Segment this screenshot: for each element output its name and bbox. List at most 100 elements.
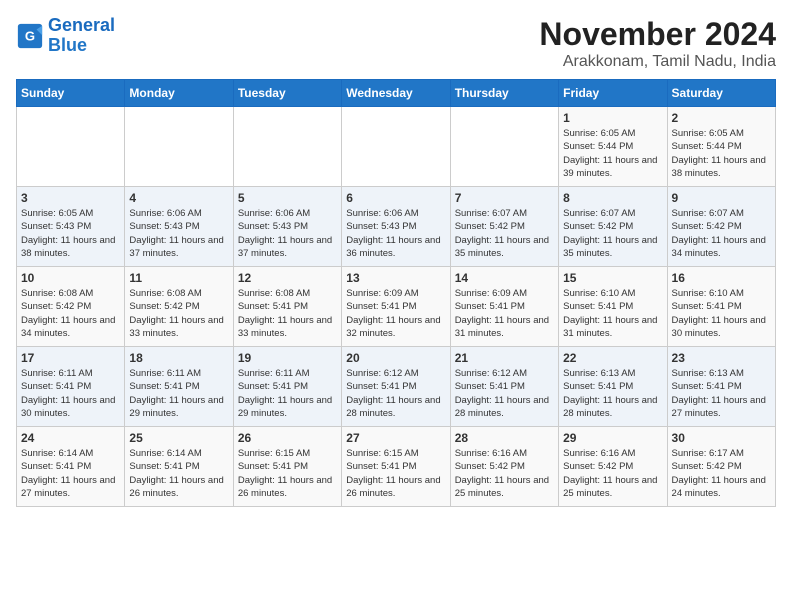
calendar-cell: 30 Sunrise: 6:17 AM Sunset: 5:42 PM Dayli… [667, 427, 775, 507]
day-number: 7 [455, 191, 554, 205]
day-number: 4 [129, 191, 228, 205]
calendar-cell: 15 Sunrise: 6:10 AM Sunset: 5:41 PM Dayli… [559, 267, 667, 347]
day-number: 26 [238, 431, 337, 445]
day-info: Sunrise: 6:08 AM Sunset: 5:41 PM Dayligh… [238, 287, 337, 340]
calendar-cell: 10 Sunrise: 6:08 AM Sunset: 5:42 PM Dayli… [17, 267, 125, 347]
day-info: Sunrise: 6:10 AM Sunset: 5:41 PM Dayligh… [563, 287, 662, 340]
calendar-table: SundayMondayTuesdayWednesdayThursdayFrid… [16, 79, 776, 507]
day-number: 21 [455, 351, 554, 365]
calendar-cell: 21 Sunrise: 6:12 AM Sunset: 5:41 PM Dayli… [450, 347, 558, 427]
calendar-cell: 13Sunrise: 6:09 AM Sunset: 5:41 PM Dayli… [342, 267, 450, 347]
day-number: 28 [455, 431, 554, 445]
day-number: 15 [563, 271, 662, 285]
day-number: 2 [672, 111, 771, 125]
weekday-header: Thursday [450, 80, 558, 107]
logo: G General Blue [16, 16, 115, 56]
weekday-header: Monday [125, 80, 233, 107]
day-info: Sunrise: 6:06 AM Sunset: 5:43 PM Dayligh… [129, 207, 228, 260]
calendar-week-row: 10 Sunrise: 6:08 AM Sunset: 5:42 PM Dayli… [17, 267, 776, 347]
day-info: Sunrise: 6:12 AM Sunset: 5:41 PM Dayligh… [455, 367, 554, 420]
weekday-header: Wednesday [342, 80, 450, 107]
day-info: Sunrise: 6:05 AM Sunset: 5:44 PM Dayligh… [563, 127, 662, 180]
weekday-header: Saturday [667, 80, 775, 107]
calendar-cell: 12Sunrise: 6:08 AM Sunset: 5:41 PM Dayli… [233, 267, 341, 347]
day-number: 3 [21, 191, 120, 205]
calendar-cell: 3 Sunrise: 6:05 AM Sunset: 5:43 PM Daylig… [17, 187, 125, 267]
day-info: Sunrise: 6:07 AM Sunset: 5:42 PM Dayligh… [455, 207, 554, 260]
day-info: Sunrise: 6:09 AM Sunset: 5:41 PM Dayligh… [346, 287, 445, 340]
calendar-cell [342, 107, 450, 187]
weekday-header: Sunday [17, 80, 125, 107]
day-info: Sunrise: 6:09 AM Sunset: 5:41 PM Dayligh… [455, 287, 554, 340]
day-info: Sunrise: 6:15 AM Sunset: 5:41 PM Dayligh… [238, 447, 337, 500]
day-info: Sunrise: 6:15 AM Sunset: 5:41 PM Dayligh… [346, 447, 445, 500]
calendar-cell [125, 107, 233, 187]
day-info: Sunrise: 6:10 AM Sunset: 5:41 PM Dayligh… [672, 287, 771, 340]
calendar-cell: 7 Sunrise: 6:07 AM Sunset: 5:42 PM Daylig… [450, 187, 558, 267]
calendar-week-row: 17 Sunrise: 6:11 AM Sunset: 5:41 PM Dayli… [17, 347, 776, 427]
logo-line2: Blue [48, 35, 87, 55]
day-info: Sunrise: 6:16 AM Sunset: 5:42 PM Dayligh… [455, 447, 554, 500]
calendar-cell: 23Sunrise: 6:13 AM Sunset: 5:41 PM Dayli… [667, 347, 775, 427]
day-info: Sunrise: 6:11 AM Sunset: 5:41 PM Dayligh… [238, 367, 337, 420]
month-title: November 2024 [539, 16, 776, 53]
calendar-cell: 11 Sunrise: 6:08 AM Sunset: 5:42 PM Dayli… [125, 267, 233, 347]
day-number: 9 [672, 191, 771, 205]
day-info: Sunrise: 6:07 AM Sunset: 5:42 PM Dayligh… [563, 207, 662, 260]
weekday-header: Friday [559, 80, 667, 107]
location-title: Arakkonam, Tamil Nadu, India [539, 53, 776, 71]
logo-icon: G [16, 22, 44, 50]
calendar-cell: 22 Sunrise: 6:13 AM Sunset: 5:41 PM Dayli… [559, 347, 667, 427]
day-number: 29 [563, 431, 662, 445]
calendar-cell: 25 Sunrise: 6:14 AM Sunset: 5:41 PM Dayli… [125, 427, 233, 507]
day-number: 20 [346, 351, 445, 365]
day-info: Sunrise: 6:17 AM Sunset: 5:42 PM Dayligh… [672, 447, 771, 500]
day-info: Sunrise: 6:08 AM Sunset: 5:42 PM Dayligh… [21, 287, 120, 340]
day-number: 27 [346, 431, 445, 445]
day-number: 11 [129, 271, 228, 285]
day-info: Sunrise: 6:11 AM Sunset: 5:41 PM Dayligh… [129, 367, 228, 420]
calendar-cell: 16Sunrise: 6:10 AM Sunset: 5:41 PM Dayli… [667, 267, 775, 347]
calendar-cell: 4 Sunrise: 6:06 AM Sunset: 5:43 PM Daylig… [125, 187, 233, 267]
day-info: Sunrise: 6:06 AM Sunset: 5:43 PM Dayligh… [238, 207, 337, 260]
day-number: 30 [672, 431, 771, 445]
day-number: 25 [129, 431, 228, 445]
day-info: Sunrise: 6:13 AM Sunset: 5:41 PM Dayligh… [563, 367, 662, 420]
day-info: Sunrise: 6:05 AM Sunset: 5:44 PM Dayligh… [672, 127, 771, 180]
day-number: 14 [455, 271, 554, 285]
calendar-cell: 6Sunrise: 6:06 AM Sunset: 5:43 PM Daylig… [342, 187, 450, 267]
day-info: Sunrise: 6:05 AM Sunset: 5:43 PM Dayligh… [21, 207, 120, 260]
day-number: 6 [346, 191, 445, 205]
svg-text:G: G [25, 28, 35, 43]
calendar-cell: 8Sunrise: 6:07 AM Sunset: 5:42 PM Daylig… [559, 187, 667, 267]
calendar-cell [17, 107, 125, 187]
day-info: Sunrise: 6:08 AM Sunset: 5:42 PM Dayligh… [129, 287, 228, 340]
title-section: November 2024 Arakkonam, Tamil Nadu, Ind… [539, 16, 776, 71]
logo-line1: General [48, 15, 115, 35]
calendar-cell: 17 Sunrise: 6:11 AM Sunset: 5:41 PM Dayli… [17, 347, 125, 427]
day-number: 23 [672, 351, 771, 365]
day-info: Sunrise: 6:12 AM Sunset: 5:41 PM Dayligh… [346, 367, 445, 420]
calendar-cell: 9 Sunrise: 6:07 AM Sunset: 5:42 PM Daylig… [667, 187, 775, 267]
logo-text: General Blue [48, 16, 115, 56]
day-number: 1 [563, 111, 662, 125]
calendar-cell: 26 Sunrise: 6:15 AM Sunset: 5:41 PM Dayli… [233, 427, 341, 507]
day-number: 18 [129, 351, 228, 365]
calendar-cell: 27 Sunrise: 6:15 AM Sunset: 5:41 PM Dayli… [342, 427, 450, 507]
day-info: Sunrise: 6:11 AM Sunset: 5:41 PM Dayligh… [21, 367, 120, 420]
calendar-cell [233, 107, 341, 187]
day-info: Sunrise: 6:16 AM Sunset: 5:42 PM Dayligh… [563, 447, 662, 500]
calendar-week-row: 1 Sunrise: 6:05 AM Sunset: 5:44 PM Daylig… [17, 107, 776, 187]
day-info: Sunrise: 6:07 AM Sunset: 5:42 PM Dayligh… [672, 207, 771, 260]
day-number: 22 [563, 351, 662, 365]
day-info: Sunrise: 6:14 AM Sunset: 5:41 PM Dayligh… [21, 447, 120, 500]
calendar-cell: 5 Sunrise: 6:06 AM Sunset: 5:43 PM Daylig… [233, 187, 341, 267]
day-info: Sunrise: 6:14 AM Sunset: 5:41 PM Dayligh… [129, 447, 228, 500]
day-number: 24 [21, 431, 120, 445]
day-number: 17 [21, 351, 120, 365]
calendar-cell: 1 Sunrise: 6:05 AM Sunset: 5:44 PM Daylig… [559, 107, 667, 187]
day-number: 10 [21, 271, 120, 285]
calendar-cell: 18 Sunrise: 6:11 AM Sunset: 5:41 PM Dayli… [125, 347, 233, 427]
day-number: 5 [238, 191, 337, 205]
calendar-cell: 2 Sunrise: 6:05 AM Sunset: 5:44 PM Daylig… [667, 107, 775, 187]
